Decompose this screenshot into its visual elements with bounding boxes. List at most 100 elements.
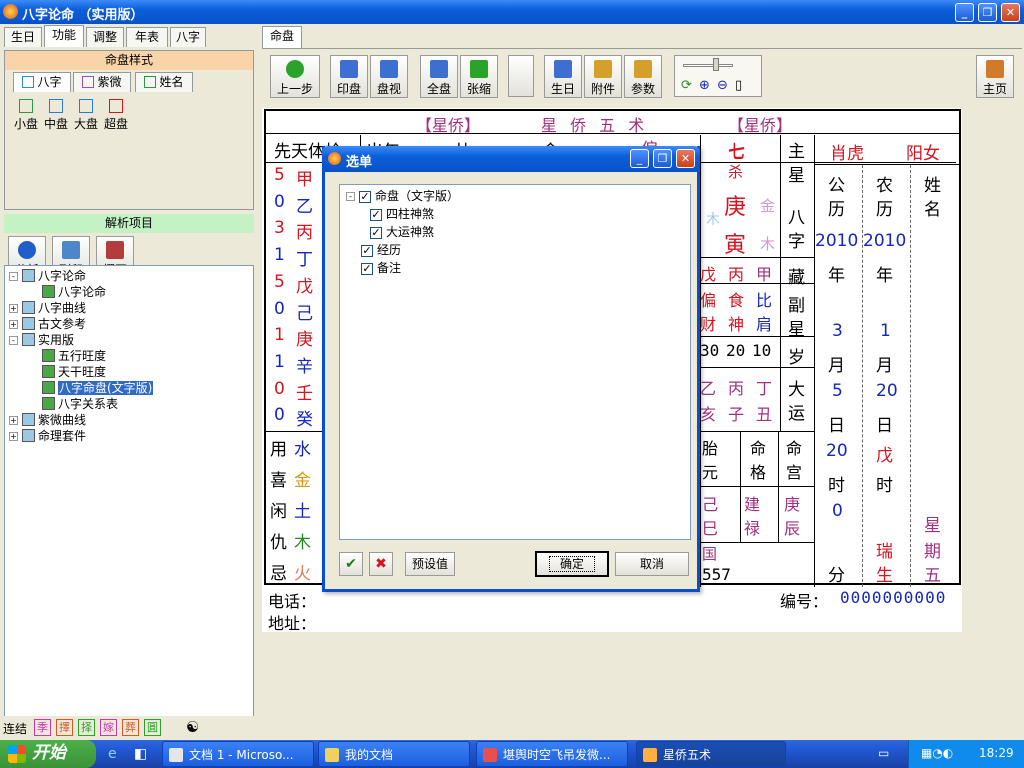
link-icon-4[interactable]: 葬: [122, 719, 139, 736]
tree-expander[interactable]: +: [9, 304, 18, 313]
zoom-in-icon[interactable]: ⊕: [699, 78, 710, 93]
chart-style-item-0[interactable]: 小盘: [11, 97, 41, 132]
tree-item[interactable]: + 古文参考: [9, 316, 249, 332]
dialog-option-checkbox[interactable]: ✓: [359, 190, 371, 203]
zoom-slider[interactable]: [683, 64, 733, 67]
yin-yang-icon[interactable]: ☯: [186, 718, 199, 736]
dialog-option-checkbox[interactable]: ✓: [370, 226, 382, 239]
toolbar-home-button[interactable]: 主页: [976, 55, 1014, 98]
tree-item[interactable]: 八字命盘(文字版): [9, 380, 249, 396]
dialog-option[interactable]: ✓ 经历: [346, 241, 684, 259]
dialog-titlebar[interactable]: 选单 _ ❐ ✕: [322, 146, 700, 172]
left-tab-1[interactable]: 功能: [44, 25, 84, 47]
chart-style-item-1[interactable]: 中盘: [41, 97, 71, 132]
tree-item[interactable]: + 紫微曲线: [9, 412, 249, 428]
dayun-stem: 丁: [756, 379, 773, 398]
print-chart-icon: [340, 60, 358, 78]
chart-style-item-2[interactable]: 大盘: [71, 97, 101, 132]
tree-item[interactable]: - 实用版: [9, 332, 249, 348]
refresh-icon[interactable]: ⟳: [681, 78, 692, 93]
tree-item[interactable]: + 八字曲线: [9, 300, 249, 316]
zoom-controls[interactable]: ⟳ ⊕ ⊖ ▯: [674, 55, 762, 97]
left-tab-0[interactable]: 生日: [4, 27, 42, 47]
tree-item[interactable]: - 八字论命: [9, 268, 249, 284]
tree-item[interactable]: 八字关系表: [9, 396, 249, 412]
zoom-slider-thumb[interactable]: [713, 58, 719, 71]
tree-item[interactable]: 五行旺度: [9, 348, 249, 364]
dialog-minimize-button[interactable]: _: [630, 149, 649, 168]
ok-button[interactable]: 确定: [535, 551, 609, 577]
toolbar-expand-button[interactable]: 张缩: [460, 55, 498, 98]
tree-node-icon: [22, 317, 35, 330]
maximize-button[interactable]: ❐: [978, 3, 997, 22]
link-icon-5[interactable]: 圓: [144, 719, 161, 736]
serial-number: 0000000000: [840, 588, 947, 607]
toolbar-full-chart-button[interactable]: 全盘: [420, 55, 458, 98]
tree-item[interactable]: 八字论命: [9, 284, 249, 300]
dialog-option-checkbox[interactable]: ✓: [361, 244, 373, 257]
system-tray: ▦◔◐ 18:29: [908, 740, 1024, 768]
tree-item[interactable]: 天干旺度: [9, 364, 249, 380]
left-tab-2[interactable]: 调整: [86, 27, 124, 47]
tree-expander[interactable]: +: [9, 416, 18, 425]
toolbar-print-chart-button[interactable]: 印盘: [330, 55, 368, 98]
keyboard-icon[interactable]: ▭: [878, 746, 889, 760]
zoom-out-icon[interactable]: ⊖: [717, 78, 728, 93]
link-icon-0[interactable]: 季: [34, 719, 51, 736]
nong-year: 2010: [863, 231, 907, 251]
toolbar-chart-view-button[interactable]: 盘视: [370, 55, 408, 98]
tray-icons[interactable]: ▦◔◐: [921, 746, 953, 760]
mingge-1: 命: [750, 439, 767, 458]
tree-expander[interactable]: +: [9, 432, 18, 441]
toolbar-params-button[interactable]: 参数: [624, 55, 662, 98]
start-button[interactable]: 开始: [0, 740, 96, 768]
dialog-option[interactable]: - ✓ 命盘（文字版）: [346, 187, 684, 205]
cancel-button[interactable]: 取消: [615, 552, 689, 576]
taskbar-item-2[interactable]: 堪舆时空飞吊发微...: [476, 741, 628, 767]
phone-label: 电话：: [268, 592, 317, 611]
tree-node-icon: [42, 349, 55, 362]
dialog-option[interactable]: ✓ 大运神煞: [346, 223, 684, 241]
dialog-option-checkbox[interactable]: ✓: [370, 208, 382, 221]
link-icon-3[interactable]: 嫁: [100, 719, 117, 736]
tree-node-icon: [22, 413, 35, 426]
preset-button[interactable]: 预设值: [405, 552, 455, 576]
toolbar-blank-button[interactable]: [508, 55, 534, 97]
link-icon-2[interactable]: 择: [78, 719, 95, 736]
tree-item[interactable]: + 命理套件: [9, 428, 249, 444]
desktop-icon[interactable]: ◧: [134, 746, 147, 762]
taskbar: 开始 e ◧ 文档 1 - Microso... 我的文档 堪舆时空飞吊发微... 星…: [0, 740, 1024, 768]
dialog-tree-expander[interactable]: -: [346, 192, 355, 201]
check-all-icon[interactable]: ✔: [339, 552, 363, 576]
link-icon-1[interactable]: 擇: [56, 719, 73, 736]
chart-style-tab-0[interactable]: 八字: [13, 72, 71, 92]
dayun-branch: 亥: [700, 405, 717, 424]
chart-style-tab-1[interactable]: 紫微: [73, 72, 131, 92]
close-button[interactable]: ✕: [1001, 3, 1020, 22]
taskbar-item-1[interactable]: 我的文档: [318, 741, 470, 767]
dialog-option[interactable]: ✓ 四柱神煞: [346, 205, 684, 223]
dialog-close-button[interactable]: ✕: [676, 149, 695, 168]
banner-left: 【星侨】: [416, 116, 481, 135]
left-tab-3[interactable]: 年表: [126, 27, 168, 47]
header-col6b: 杀: [728, 163, 744, 181]
uncheck-all-icon[interactable]: ✖: [369, 552, 393, 576]
dialog-option-checkbox[interactable]: ✓: [361, 262, 373, 275]
left-tab-4[interactable]: 八字: [170, 27, 206, 47]
toolbar-birthday-button[interactable]: 生日: [544, 55, 582, 98]
page-icon[interactable]: ▯: [735, 78, 742, 93]
taskbar-item-0[interactable]: 文档 1 - Microso...: [162, 741, 314, 767]
chart-style-tab-2[interactable]: 姓名: [135, 72, 193, 92]
tab-mingpan[interactable]: 命盘: [262, 26, 302, 48]
toolbar-attachment-button[interactable]: 附件: [584, 55, 622, 98]
dialog-option[interactable]: ✓ 备注: [346, 259, 684, 277]
minimize-button[interactable]: _: [955, 3, 974, 22]
tree-expander[interactable]: -: [9, 336, 18, 345]
ie-icon[interactable]: e: [108, 746, 117, 762]
taskbar-item-3[interactable]: 星侨五术: [636, 741, 786, 767]
tree-expander[interactable]: -: [9, 272, 18, 281]
chart-style-item-3[interactable]: 超盘: [101, 97, 131, 132]
dialog-maximize-button[interactable]: ❐: [653, 149, 672, 168]
tree-expander[interactable]: +: [9, 320, 18, 329]
toolbar-back-button[interactable]: 上一步: [270, 55, 320, 98]
